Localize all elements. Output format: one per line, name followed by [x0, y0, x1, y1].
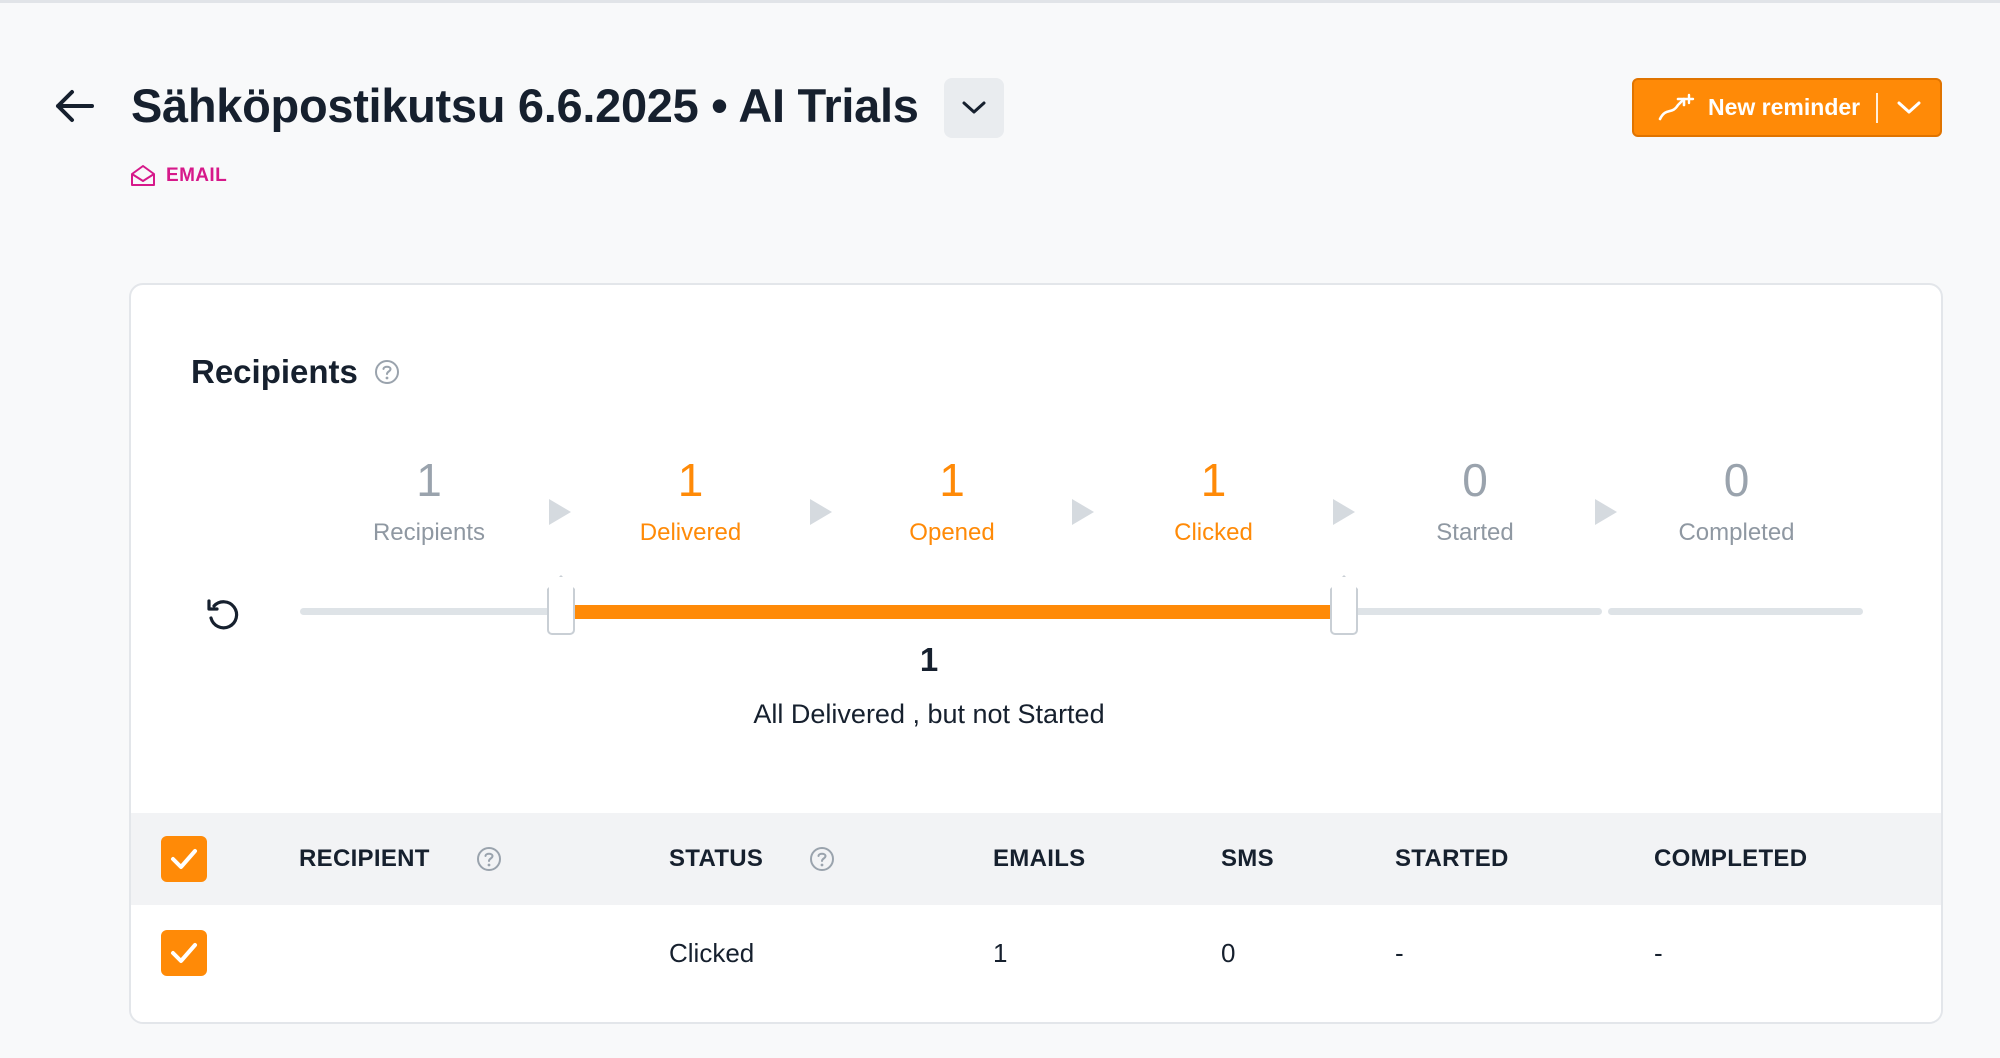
funnel-label: Recipients [372, 519, 486, 546]
table-header: RECIPIENT STATUS EMAILS SMS STARTED COMP… [131, 813, 1941, 905]
cell-started: - [1395, 937, 1404, 968]
page-header: Sähköpostikutsu 6.6.2025 • AI Trials EMA… [0, 0, 2000, 200]
back-button[interactable] [46, 82, 102, 130]
column-status[interactable]: STATUS [669, 813, 835, 905]
recipients-card: Recipients 1 Recipients 1 Delivered 1 Opened 1… [129, 283, 1943, 1024]
funnel-step-completed[interactable]: 0 Completed [1617, 455, 1857, 547]
cell-sms: 0 [1221, 937, 1236, 968]
channel-badge: EMAIL [130, 164, 227, 188]
funnel-step-opened[interactable]: 1 Opened [832, 455, 1072, 547]
cell-status: Clicked [669, 937, 755, 968]
funnel-step-started[interactable]: 0 Started [1355, 455, 1595, 547]
new-reminder-dropdown[interactable] [1878, 80, 1940, 135]
recipients-title: Recipients [191, 353, 358, 390]
new-reminder-label: New reminder [1708, 94, 1861, 120]
funnel-label: Opened [909, 519, 995, 546]
column-emails-label: EMAILS [993, 845, 1086, 872]
selection-count: 1 [919, 641, 939, 678]
new-reminder-button[interactable]: New reminder [1632, 78, 1942, 137]
check-icon [171, 943, 197, 963]
funnel-count: 1 [939, 454, 965, 506]
help-circle-icon[interactable] [374, 359, 400, 385]
funnel-count: 1 [677, 454, 704, 506]
funnel-label: Completed [1678, 519, 1795, 546]
reset-button[interactable] [201, 593, 245, 637]
funnel-arrow-icon [1333, 499, 1356, 525]
column-recipient-label: RECIPIENT [299, 845, 430, 872]
channel-label: EMAIL [166, 165, 228, 186]
row-checkbox[interactable] [161, 930, 207, 976]
column-completed[interactable]: COMPLETED [1654, 813, 1807, 905]
funnel-count: 1 [1200, 454, 1227, 506]
slider-track-segment [1608, 608, 1863, 615]
funnel-step-clicked[interactable]: 1 Clicked [1094, 455, 1334, 547]
envelope-open-icon [131, 165, 155, 186]
cell-emails: 1 [993, 937, 1008, 968]
title-dropdown-button[interactable] [944, 78, 1004, 138]
chevron-down-icon [962, 101, 986, 114]
funnel-label: Started [1436, 519, 1514, 546]
funnel-arrow-icon [548, 499, 571, 525]
reset-icon [207, 599, 239, 630]
new-reminder-main[interactable]: New reminder [1634, 80, 1876, 135]
funnel-arrow-icon [1071, 499, 1094, 525]
page-title: Sähköpostikutsu 6.6.2025 • AI Trials [131, 79, 919, 132]
chevron-down-icon [1897, 101, 1921, 113]
column-completed-label: COMPLETED [1654, 845, 1808, 872]
reminder-sparkle-icon [1658, 93, 1695, 120]
select-all-checkbox[interactable] [161, 836, 207, 882]
funnel-step-recipients[interactable]: 1 Recipients [309, 455, 549, 547]
cell-completed: - [1654, 937, 1663, 968]
slider-selected-range [561, 605, 1344, 619]
column-sms[interactable]: SMS [1221, 813, 1274, 905]
help-circle-icon[interactable] [809, 846, 835, 872]
column-sms-label: SMS [1221, 845, 1274, 872]
funnel-count: 0 [1723, 454, 1750, 506]
funnel-arrow-icon [810, 499, 833, 525]
back-arrow-icon [56, 90, 94, 122]
check-icon [171, 849, 197, 869]
funnel-step-delivered[interactable]: 1 Delivered [571, 455, 811, 547]
help-circle-icon[interactable] [476, 846, 502, 872]
column-started[interactable]: STARTED [1395, 813, 1509, 905]
slider-track-segment [1347, 608, 1602, 615]
selection-description: All Delivered , but not Started [753, 699, 1105, 729]
slider-track-segment [300, 608, 555, 615]
column-status-label: STATUS [669, 845, 764, 872]
card-title: Recipients [191, 353, 400, 391]
funnel-label: Clicked [1174, 519, 1253, 546]
funnel-label: Delivered [639, 519, 742, 546]
slider-handle-end[interactable] [1330, 575, 1358, 635]
funnel-count: 1 [416, 454, 442, 506]
funnel-count: 0 [1462, 454, 1488, 506]
column-recipient[interactable]: RECIPIENT [299, 813, 502, 905]
column-emails[interactable]: EMAILS [993, 813, 1085, 905]
funnel-arrow-icon [1594, 499, 1617, 525]
slider-handle-start[interactable] [547, 575, 575, 635]
table-row[interactable]: Clicked 1 0 - - [131, 905, 1941, 1022]
column-started-label: STARTED [1395, 845, 1509, 872]
